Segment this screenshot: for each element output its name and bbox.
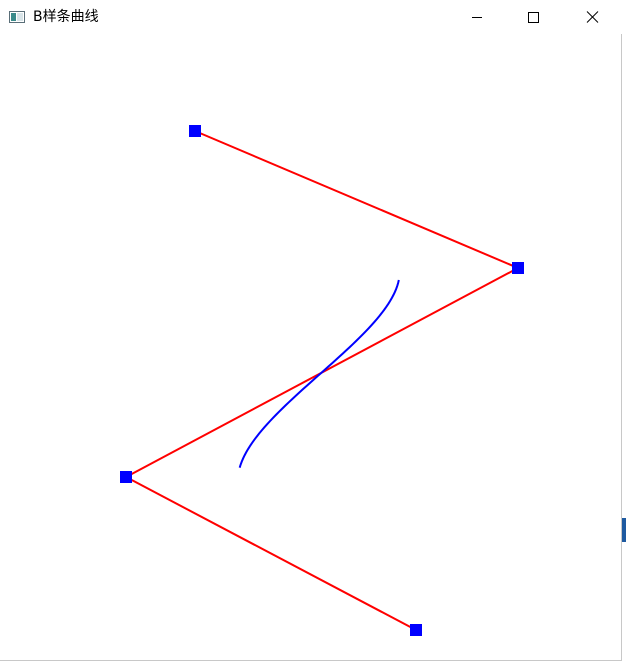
maximize-icon (528, 12, 539, 23)
control-polygon-segment (125, 476, 417, 631)
window-title: B样条曲线 (33, 9, 99, 25)
title-bar[interactable]: B样条曲线 (0, 0, 622, 34)
app-window: B样条曲线 (0, 0, 622, 661)
close-button[interactable] (570, 0, 616, 34)
control-point-2[interactable] (120, 471, 132, 483)
control-polygon-segment (194, 130, 519, 269)
app-window-icon (9, 11, 25, 23)
bspline-curve (238, 279, 400, 468)
minimize-button[interactable] (454, 0, 500, 34)
control-point-1[interactable] (512, 262, 524, 274)
control-point-3[interactable] (410, 624, 422, 636)
control-polygon (125, 130, 519, 631)
control-point-0[interactable] (189, 125, 201, 137)
background-window-edge (622, 518, 626, 542)
close-icon (586, 11, 599, 23)
maximize-button[interactable] (510, 0, 556, 34)
drawing-canvas[interactable] (0, 34, 622, 661)
control-points[interactable] (120, 125, 524, 636)
bspline-curve-group (238, 279, 400, 468)
